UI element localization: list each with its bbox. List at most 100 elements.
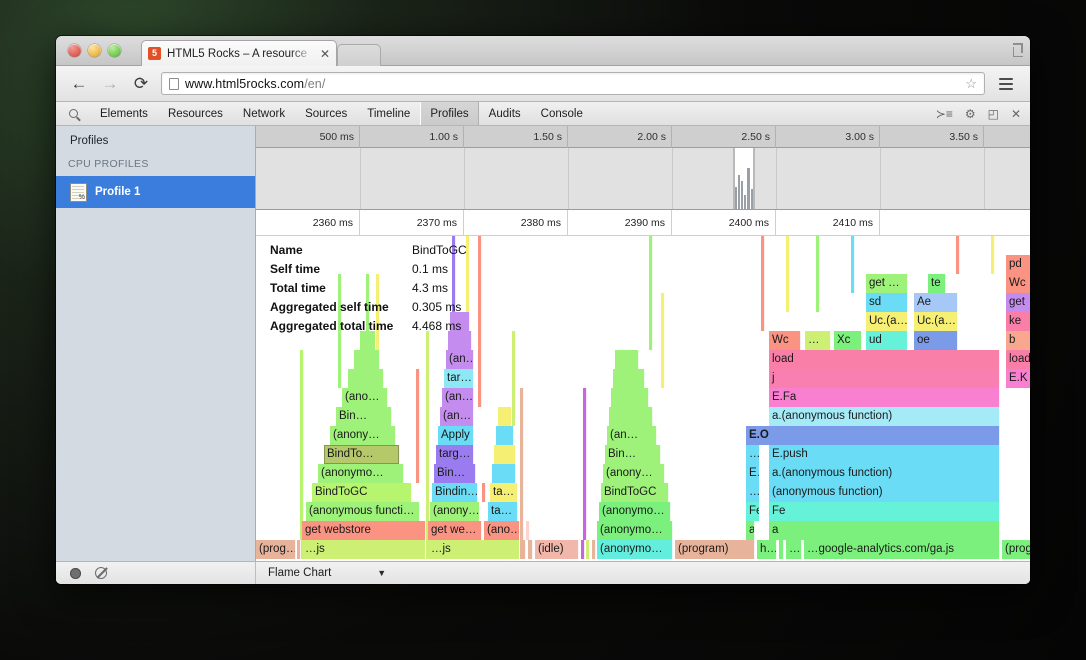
flame-frame[interactable]: b — [1006, 331, 1030, 350]
new-tab-button[interactable] — [337, 44, 381, 66]
flame-frame[interactable]: …js — [428, 540, 520, 559]
flame-frame[interactable]: oe — [914, 331, 958, 350]
flame-frame[interactable]: ta… — [488, 502, 518, 521]
forward-icon[interactable]: → — [99, 73, 121, 95]
flame-frame[interactable]: Bindin… — [432, 483, 478, 502]
flame-frame[interactable] — [581, 540, 585, 559]
flame-frame[interactable]: (idle) — [535, 540, 579, 559]
flame-frame[interactable]: (anonymous functi… — [306, 502, 420, 521]
flame-frame[interactable]: (ano… — [484, 521, 520, 540]
tab-profiles[interactable]: Profiles — [420, 102, 478, 125]
flame-frame[interactable]: …js — [302, 540, 426, 559]
flame-frame[interactable] — [496, 426, 514, 445]
flame-frame[interactable]: E.K — [1006, 369, 1030, 388]
flame-frame[interactable]: (anony… — [430, 502, 480, 521]
flame-frame[interactable]: a — [769, 521, 1000, 540]
flame-frame[interactable]: (an… — [446, 350, 474, 369]
flame-frame[interactable] — [609, 407, 653, 426]
flame-frame[interactable]: h… — [757, 540, 777, 559]
flame-frame[interactable]: (anony… — [603, 464, 665, 483]
flame-frame[interactable]: Apply — [438, 426, 474, 445]
flame-frame[interactable]: E.push — [769, 445, 1000, 464]
flame-chart[interactable]: NameBindToGCSelf time0.1 msTotal time4.3… — [256, 236, 1030, 561]
flame-frame[interactable]: get … — [866, 274, 908, 293]
flame-frame[interactable]: targ… — [436, 445, 474, 464]
close-devtools-icon[interactable]: ✕ — [1011, 107, 1021, 121]
flame-frame[interactable] — [586, 540, 590, 559]
settings-gear-icon[interactable]: ⚙ — [965, 107, 976, 121]
tab-console[interactable]: Console — [531, 102, 593, 125]
flame-frame[interactable] — [611, 388, 649, 407]
flame-frame[interactable]: (program) — [1002, 540, 1030, 559]
flame-frame[interactable] — [526, 521, 530, 540]
flame-frame[interactable] — [494, 445, 516, 464]
flame-frame[interactable]: Uc.(a… — [914, 312, 958, 331]
flame-frame[interactable]: … — [786, 540, 802, 559]
flame-frame[interactable] — [592, 540, 596, 559]
flame-frame[interactable]: Bin… — [605, 445, 661, 464]
flame-frame[interactable]: …google-analytics.com/ga.js — [804, 540, 1000, 559]
flame-frame[interactable]: (ano… — [342, 388, 388, 407]
flame-frame[interactable] — [779, 540, 784, 559]
flame-frame[interactable]: E… — [746, 464, 760, 483]
tab-resources[interactable]: Resources — [158, 102, 233, 125]
flame-spike[interactable] — [661, 293, 665, 388]
flame-frame[interactable]: (an… — [440, 407, 474, 426]
flame-frame[interactable]: a — [746, 521, 755, 540]
back-icon[interactable]: ← — [68, 73, 90, 95]
flame-frame[interactable]: (prog…) — [256, 540, 296, 559]
chrome-menu-icon[interactable] — [994, 73, 1018, 95]
console-drawer-icon[interactable]: ≻≡ — [936, 107, 953, 121]
flame-spike[interactable] — [956, 236, 960, 274]
browser-tab-active[interactable]: 5 HTML5 Rocks – A resource ✕ — [141, 40, 337, 66]
flame-frame[interactable]: tar… — [444, 369, 474, 388]
flame-frame[interactable]: Uc.(a… — [866, 312, 908, 331]
flame-frame[interactable]: pd — [1006, 255, 1030, 274]
flame-frame[interactable]: Wc — [1006, 274, 1030, 293]
dock-side-icon[interactable]: ◰ — [988, 107, 999, 121]
reload-icon[interactable]: ⟳ — [130, 73, 152, 95]
flame-frame[interactable] — [528, 540, 533, 559]
flame-frame[interactable]: E.O — [746, 426, 1000, 445]
flame-frame[interactable] — [615, 350, 639, 369]
flame-spike[interactable] — [786, 236, 790, 312]
flame-frame[interactable]: a.(anonymous function) — [769, 464, 1000, 483]
flame-frame[interactable]: ud — [866, 331, 908, 350]
flame-frame[interactable]: (anonymo… — [597, 521, 673, 540]
flame-frame[interactable]: (anonymous function) — [769, 483, 1000, 502]
close-window-button[interactable] — [68, 44, 81, 57]
flame-frame[interactable]: (anonymo… — [318, 464, 404, 483]
flame-spike[interactable] — [478, 236, 482, 407]
flame-frame[interactable]: a.(anonymous function) — [769, 407, 1000, 426]
flame-spike[interactable] — [416, 369, 420, 483]
tab-audits[interactable]: Audits — [479, 102, 531, 125]
flame-frame[interactable] — [482, 483, 486, 502]
flame-spike[interactable] — [583, 388, 587, 540]
resize-grip[interactable] — [1008, 42, 1024, 58]
flame-frame[interactable]: load — [1006, 350, 1030, 369]
flame-frame[interactable]: (anony… — [330, 426, 396, 445]
flame-frame[interactable]: … — [746, 445, 760, 464]
flame-frame[interactable]: … — [805, 331, 831, 350]
flame-frame[interactable]: (an… — [607, 426, 657, 445]
record-dot-icon[interactable] — [70, 568, 81, 579]
flame-frame[interactable] — [613, 369, 645, 388]
sidebar-item-profile-1[interactable]: Profile 1 — [56, 176, 255, 208]
flame-frame[interactable]: sd — [866, 293, 908, 312]
flame-frame[interactable] — [498, 407, 512, 426]
flame-frame[interactable] — [297, 540, 301, 559]
flame-frame[interactable]: (an… — [442, 388, 474, 407]
flame-spike[interactable] — [761, 236, 765, 331]
close-icon[interactable]: ✕ — [320, 48, 330, 60]
flame-frame[interactable] — [492, 464, 516, 483]
window-controls[interactable] — [68, 44, 121, 57]
zoom-window-button[interactable] — [108, 44, 121, 57]
flame-frame[interactable]: Fe — [769, 502, 1000, 521]
tab-elements[interactable]: Elements — [90, 102, 158, 125]
flame-frame[interactable]: BindTo… — [324, 445, 400, 464]
flame-frame[interactable]: … — [746, 483, 760, 502]
flame-frame[interactable]: ta… — [490, 483, 518, 502]
flame-frame[interactable]: get — [1006, 293, 1030, 312]
overview-chart[interactable] — [256, 148, 1030, 210]
flame-frame[interactable]: Bin… — [434, 464, 476, 483]
